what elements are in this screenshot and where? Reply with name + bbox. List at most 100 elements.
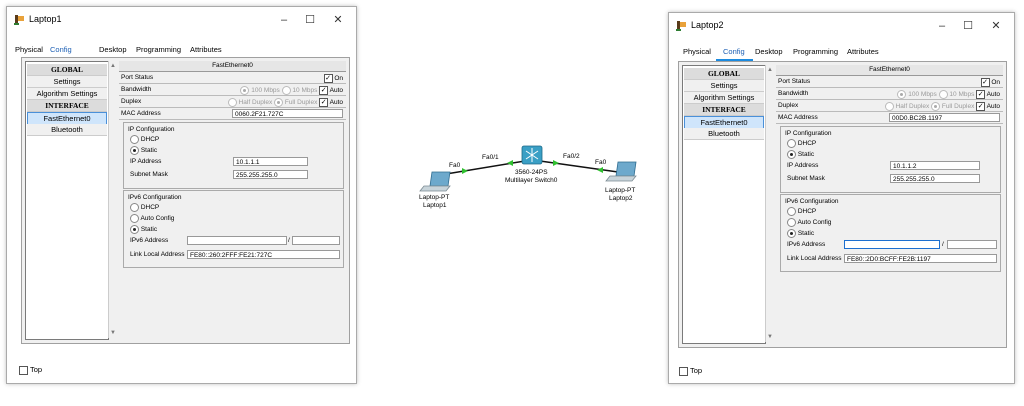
- tab-attributes[interactable]: Attributes: [190, 45, 222, 54]
- top-checkbox[interactable]: [679, 366, 688, 376]
- bandwidth-label: Bandwidth: [778, 90, 809, 97]
- list-item-bluetooth[interactable]: Bluetooth: [27, 124, 107, 136]
- ip-address-label: IP Address: [130, 158, 162, 165]
- close-button[interactable]: ✕: [326, 11, 350, 29]
- static-radio[interactable]: [130, 146, 139, 155]
- link-local-label: Link Local Address: [130, 251, 185, 258]
- tab-config[interactable]: Config: [50, 45, 72, 54]
- tab-physical[interactable]: Physical: [15, 45, 43, 54]
- tab-config[interactable]: Config: [723, 47, 745, 56]
- tab-programming[interactable]: Programming: [136, 45, 181, 54]
- list-item-algorithm-settings[interactable]: Algorithm Settings: [27, 88, 107, 100]
- ipv6-static-label: Static: [140, 226, 158, 234]
- ip-address-field[interactable]: 10.1.1.1: [233, 157, 308, 166]
- bandwidth-row: Bandwidth 100 Mbps 10 Mbps ✓ Auto: [119, 85, 346, 96]
- duplex-auto-checkbox[interactable]: ✓: [976, 102, 986, 111]
- static-radio[interactable]: [787, 150, 796, 159]
- link2-left-port-label: Fa0/2: [563, 153, 580, 160]
- laptop1-titlebar[interactable]: Laptop1 – ☐ ✕: [7, 7, 356, 35]
- dhcp-label: DHCP: [797, 140, 817, 148]
- subnet-mask-field[interactable]: 255.255.255.0: [890, 174, 980, 183]
- maximize-button[interactable]: ☐: [298, 11, 322, 29]
- link-local-field[interactable]: FE80::260:2FFF:FE21:727C: [187, 250, 340, 259]
- ipv6-address-field[interactable]: [187, 236, 287, 245]
- full-duplex-label: Full Duplex: [941, 103, 975, 111]
- dhcp-radio[interactable]: [787, 139, 796, 148]
- mac-field[interactable]: 0060.2F21.727C: [232, 109, 343, 118]
- half-duplex-radio[interactable]: [884, 102, 894, 111]
- panel-title: FastEthernet0: [119, 61, 346, 72]
- tab-desktop[interactable]: Desktop: [99, 45, 127, 54]
- mac-field[interactable]: 00D0.BC2B.1197: [889, 113, 1000, 122]
- maximize-button[interactable]: ☐: [956, 17, 980, 35]
- multilayer-switch-icon[interactable]: [521, 145, 543, 165]
- list-item-bluetooth[interactable]: Bluetooth: [684, 128, 764, 140]
- laptop1-icon[interactable]: [419, 171, 451, 192]
- mac-label: MAC Address: [121, 110, 161, 117]
- port-status-row: Port Status ✓ On: [119, 73, 346, 84]
- laptop2-titlebar[interactable]: Laptop2 – ☐ ✕: [669, 13, 1014, 41]
- half-duplex-radio[interactable]: [227, 98, 237, 107]
- tab-physical[interactable]: Physical: [683, 47, 711, 56]
- ipv6-prefix-field[interactable]: [292, 236, 340, 245]
- minimize-button[interactable]: –: [930, 17, 954, 35]
- full-duplex-radio[interactable]: [931, 102, 941, 111]
- ipv6-prefix-slash: /: [288, 237, 290, 244]
- top-checkbox[interactable]: [19, 365, 28, 375]
- top-checkbox-row: Top: [19, 365, 42, 375]
- switch-name-label: Multilayer Switch0: [505, 177, 558, 184]
- laptop1-name-label: Laptop1: [423, 202, 447, 209]
- half-duplex-label: Half Duplex: [238, 99, 273, 107]
- port-on-label: On: [991, 79, 1000, 87]
- link1-left-port-label: Fa0: [449, 162, 461, 169]
- close-button[interactable]: ✕: [984, 17, 1008, 35]
- subnet-mask-field[interactable]: 255.255.255.0: [233, 170, 308, 179]
- interface-settings: FastEthernet0 Port Status ✓ On Bandwidth…: [119, 61, 346, 271]
- ipv6-static-radio[interactable]: [130, 225, 139, 234]
- scroll-up-icon[interactable]: ▲: [766, 67, 774, 73]
- scroll-up-icon[interactable]: ▲: [109, 63, 117, 69]
- bw-auto-checkbox[interactable]: ✓: [976, 90, 986, 99]
- list-scrollbar[interactable]: ▲ ▼: [108, 61, 117, 338]
- link-switch-laptop2[interactable]: [539, 160, 619, 173]
- top-checkbox-row: Top: [679, 366, 702, 376]
- ipv6-prefix-field[interactable]: [947, 240, 997, 249]
- list-item-algorithm-settings[interactable]: Algorithm Settings: [684, 92, 764, 104]
- ipv6-dhcp-label: DHCP: [140, 204, 160, 212]
- list-item-settings[interactable]: Settings: [684, 80, 764, 92]
- bw-100-radio[interactable]: [897, 90, 907, 99]
- bw-100-radio[interactable]: [240, 86, 250, 95]
- list-header-global: GLOBAL: [684, 68, 764, 80]
- tab-programming[interactable]: Programming: [793, 47, 838, 56]
- bw-10-radio[interactable]: [281, 86, 291, 95]
- ip-address-field[interactable]: 10.1.1.2: [890, 161, 980, 170]
- ipv6-auto-radio[interactable]: [130, 214, 139, 223]
- dhcp-radio[interactable]: [130, 135, 139, 144]
- bw-auto-label: Auto: [329, 87, 343, 95]
- list-item-settings[interactable]: Settings: [27, 76, 107, 88]
- list-scrollbar[interactable]: ▲ ▼: [765, 65, 774, 342]
- scroll-down-icon[interactable]: ▼: [109, 330, 117, 336]
- minimize-button[interactable]: –: [272, 11, 296, 29]
- ipv6-address-field[interactable]: [844, 240, 940, 249]
- scroll-down-icon[interactable]: ▼: [766, 334, 774, 340]
- top-label: Top: [689, 366, 703, 375]
- ipv6-auto-radio[interactable]: [787, 218, 796, 227]
- window-title: Laptop2: [691, 20, 724, 30]
- bw-auto-checkbox[interactable]: ✓: [319, 86, 329, 95]
- bw-10-label: 10 Mbps: [949, 91, 975, 99]
- port-indicator-icon: [597, 167, 603, 173]
- ipv6-static-radio[interactable]: [787, 229, 796, 238]
- ipv6-dhcp-radio[interactable]: [130, 203, 139, 212]
- full-duplex-radio[interactable]: [274, 98, 284, 107]
- tab-attributes[interactable]: Attributes: [847, 47, 879, 56]
- subnet-mask-label: Subnet Mask: [787, 175, 825, 182]
- bw-10-radio[interactable]: [938, 90, 948, 99]
- ipv6-dhcp-radio[interactable]: [787, 207, 796, 216]
- port-on-checkbox[interactable]: ✓: [323, 74, 333, 83]
- tab-desktop[interactable]: Desktop: [755, 47, 783, 56]
- duplex-auto-checkbox[interactable]: ✓: [319, 98, 329, 107]
- laptop2-name-label: Laptop2: [609, 195, 633, 202]
- link-local-field[interactable]: FE80::2D0:BCFF:FE2B:1197: [844, 254, 997, 263]
- port-on-checkbox[interactable]: ✓: [980, 78, 990, 87]
